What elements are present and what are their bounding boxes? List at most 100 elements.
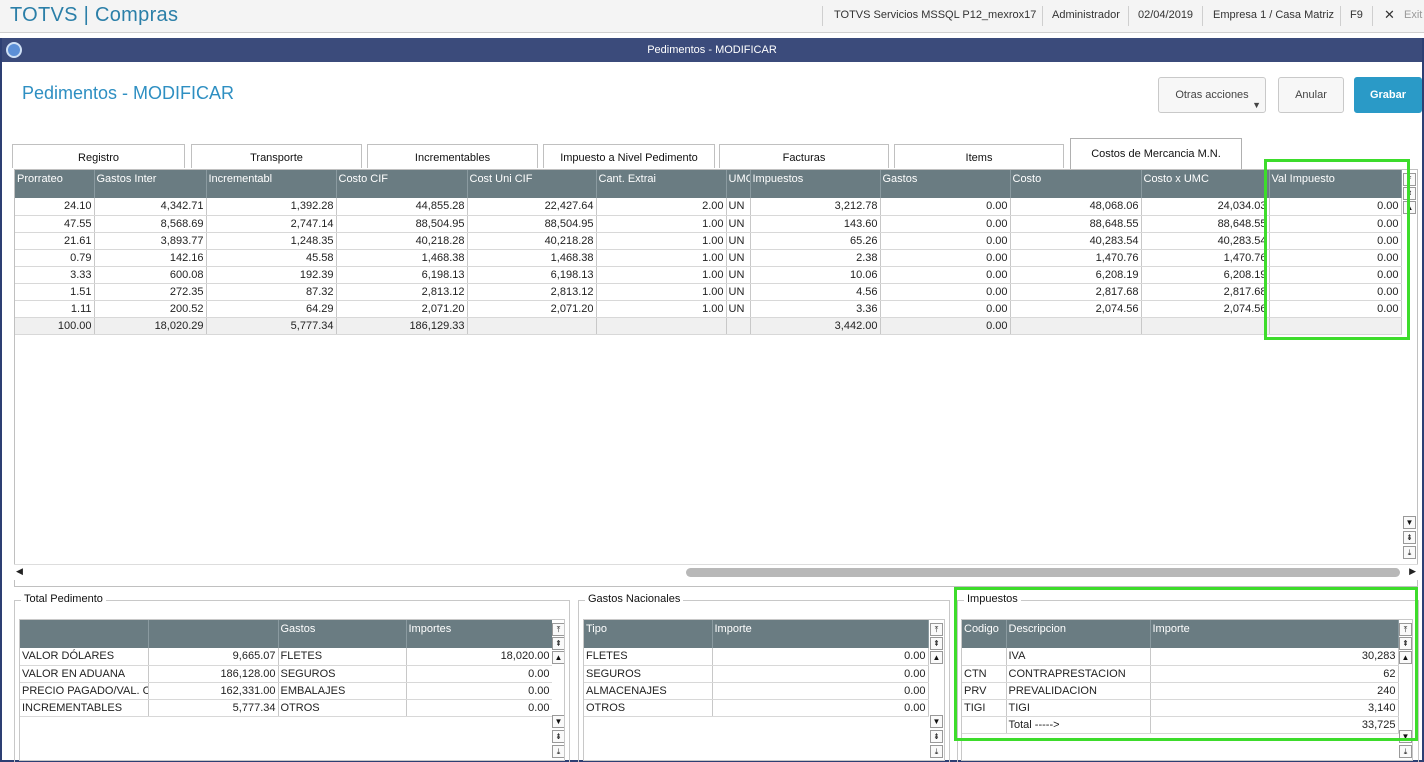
scroll-thumb[interactable] [686,568,1400,577]
table-row[interactable]: Total -----> 33,725 [962,716,1399,734]
otras-acciones-button[interactable]: Otras acciones ▼ [1158,77,1266,113]
tab-costos-mercancia[interactable]: Costos de Mercancia M.N. [1070,138,1242,169]
tab-transporte[interactable]: Transporte [191,144,362,168]
scroll-page-down-icon[interactable]: ⇟ [552,730,564,743]
divider [1202,6,1203,26]
column-header: Descripcion [1006,620,1151,648]
scroll-page-up-icon[interactable]: ⇞ [930,637,943,650]
scroll-down-icon[interactable]: ▼ [552,715,564,728]
scroll-bottom-icon[interactable]: ⤓ [1399,745,1412,758]
anular-button[interactable]: Anular [1278,77,1344,113]
grabar-button[interactable]: Grabar [1354,77,1422,113]
table-cell: 3,212.78 [750,198,881,216]
scroll-page-up-icon[interactable]: ⇞ [552,637,564,650]
caret-down-icon: ▼ [1252,100,1261,110]
table-row[interactable]: INCREMENTABLES 5,777.34 OTROS 0.00 [20,699,553,717]
tab-incrementables[interactable]: Incrementables [367,144,538,168]
table-row[interactable]: 1.51 272.35 87.32 2,813.12 2,813.12 1.00 UN 4.5… [15,283,1402,301]
table-row[interactable]: 3.33 600.08 192.39 6,198.13 6,198.13 1.00 UN 10… [15,266,1402,284]
table-row[interactable]: FLETES 0.00 [584,648,929,666]
tab-registro[interactable]: Registro [12,144,185,168]
company-label[interactable]: Empresa 1 / Casa Matriz [1213,9,1334,21]
table-cell: 1,468.38 [467,249,597,267]
scroll-up-icon[interactable]: ▲ [1399,651,1412,664]
table-cell: IVA [1006,648,1151,666]
scroll-page-up-icon[interactable]: ⇞ [1399,637,1412,650]
tab-impuesto-nivel-pedimento[interactable]: Impuesto a Nivel Pedimento [543,144,715,168]
date-label[interactable]: 02/04/2019 [1138,9,1193,21]
table-cell: Total -----> [1006,716,1151,734]
table-row[interactable]: VALOR DÓLARES 9,665.07 FLETES 18,020.00 [20,648,553,666]
tab-facturas[interactable]: Facturas [719,144,889,168]
scroll-down-icon[interactable]: ▼ [1403,516,1416,529]
table-cell: CTN [962,665,1007,683]
scroll-left-icon[interactable]: ◀ [16,566,23,577]
table-cell: 45.58 [206,249,337,267]
horizontal-scrollbar[interactable]: ◀ ▶ [14,564,1418,580]
scroll-bottom-icon[interactable]: ⤓ [930,745,943,758]
scroll-down-icon[interactable]: ▼ [930,715,943,728]
divider [1042,6,1043,26]
vertical-scrollbar[interactable]: ⤒ ⇞ ▲ ▼ ⤓ [1399,620,1412,760]
f9-shortcut[interactable]: F9 [1350,9,1363,21]
scroll-right-icon[interactable]: ▶ [1409,566,1416,577]
table-cell: 2,817.68 [1141,283,1270,301]
table-cell: 3,140 [1150,699,1399,717]
table-row[interactable]: SEGUROS 0.00 [584,665,929,683]
tab-items[interactable]: Items [894,144,1064,168]
table-row[interactable]: TIGI TIGI 3,140 [962,699,1399,717]
scroll-top-icon[interactable]: ⤒ [552,623,564,636]
scroll-top-icon[interactable]: ⤒ [1403,173,1416,186]
table-cell: VALOR DÓLARES [20,648,149,666]
table-cell: 0.00 [712,699,929,717]
table-cell: 21.61 [15,232,95,250]
scroll-down-icon[interactable]: ▼ [1399,730,1412,743]
vertical-scrollbar[interactable]: ⤒ ⇞ ▲ ▼ ⇟ ⤓ [930,620,944,760]
table-cell: 8,568.69 [94,215,207,233]
scroll-bottom-icon[interactable]: ⤓ [552,745,564,758]
table-cell: TIGI [962,699,1007,717]
table-cell: 22,427.64 [467,198,597,216]
scroll-page-down-icon[interactable]: ⇟ [930,730,943,743]
scroll-top-icon[interactable]: ⤒ [930,623,943,636]
exit-label[interactable]: Exit [1404,9,1422,21]
scroll-page-up-icon[interactable]: ⇞ [1403,187,1416,200]
table-row[interactable]: 1.11 200.52 64.29 2,071.20 2,071.20 1.00 UN 3.3… [15,300,1402,318]
table-cell: 100.00 [15,317,95,335]
table-row[interactable]: 24.10 4,342.71 1,392.28 44,855.28 22,427.64 2… [15,198,1402,216]
scroll-up-icon[interactable]: ▲ [552,651,564,664]
scroll-bottom-icon[interactable]: ⤓ [1403,546,1416,559]
table-cell: UN [726,232,751,250]
window-title: Pedimentos - MODIFICAR [647,44,777,56]
user-label[interactable]: Administrador [1052,9,1120,21]
vertical-scrollbar[interactable]: ⤒ ⇞ ▲ ▼ ⇟ ⤓ [1403,170,1417,586]
column-header: Gastos Inter [94,170,207,198]
scroll-page-down-icon[interactable]: ⇟ [1403,531,1416,544]
vertical-scrollbar[interactable]: ⤒ ⇞ ▲ ▼ ⇟ ⤓ [552,620,564,760]
scroll-top-icon[interactable]: ⤒ [1399,623,1412,636]
table-row[interactable]: CTN CONTRAPRESTACION 62 [962,665,1399,683]
table-row[interactable]: 21.61 3,893.77 1,248.35 40,218.28 40,218.28 1… [15,232,1402,250]
table-row[interactable]: VALOR EN ADUANA 186,128.00 SEGUROS 0.00 [20,665,553,683]
column-header: Tipo [584,620,713,648]
table-row[interactable]: PRV PREVALIDACION 240 [962,682,1399,700]
scroll-up-icon[interactable]: ▲ [930,651,943,664]
table-cell: 1,248.35 [206,232,337,250]
table-cell: UN [726,283,751,301]
table-cell: 4,342.71 [94,198,207,216]
close-icon[interactable]: ✕ [1384,7,1395,23]
table-row[interactable]: ALMACENAJES 0.00 [584,682,929,700]
table-row[interactable]: 0.79 142.16 45.58 1,468.38 1,468.38 1.00 UN 2.3… [15,249,1402,267]
table-row[interactable]: IVA 30,283 [962,648,1399,666]
divider [1372,6,1373,26]
column-header: UMC [726,170,751,198]
table-row[interactable]: 47.55 8,568.69 2,747.14 88,504.95 88,504.95 1… [15,215,1402,233]
impuestos-table: Codigo Descripcion Importe IVA 30,283 CTN CON… [962,620,1399,734]
table-row[interactable]: 100.00 18,020.29 5,777.34 186,129.33 3,442.0… [15,317,1402,335]
scroll-up-icon[interactable]: ▲ [1403,201,1416,214]
table-cell [596,317,727,335]
table-row[interactable]: OTROS 0.00 [584,699,929,717]
table-row[interactable]: PRECIO PAGADO/VAL. COM162,331.00EMBALAJE… [20,682,553,700]
table-cell: UN [726,249,751,267]
server-label: TOTVS Servicios MSSQL P12_mexrox17 [834,9,1037,21]
